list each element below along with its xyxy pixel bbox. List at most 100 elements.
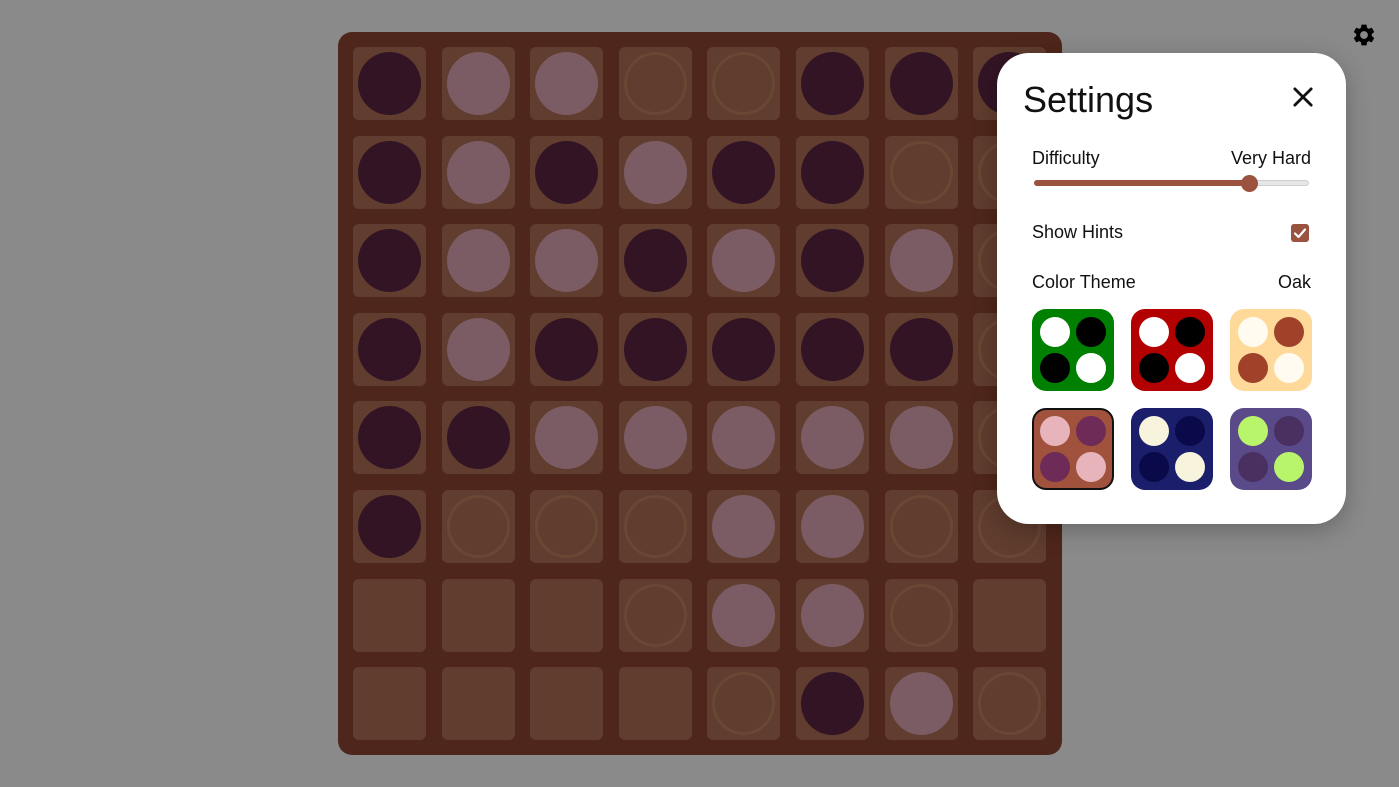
board-cell[interactable] [884, 224, 958, 298]
theme-dot [1040, 452, 1070, 482]
difficulty-value: Very Hard [1230, 148, 1311, 168]
board-cell[interactable] [618, 401, 692, 475]
board-cell[interactable] [796, 312, 869, 386]
hint-marker [446, 495, 510, 558]
gear-icon[interactable] [1351, 22, 1377, 48]
board-cell[interactable] [884, 47, 958, 120]
board-cell[interactable] [707, 401, 781, 475]
board-cell[interactable] [618, 578, 692, 652]
board-cell[interactable] [530, 490, 604, 563]
board-cell[interactable] [796, 47, 869, 120]
show-hints-checkbox[interactable] [1291, 224, 1309, 242]
board-cell[interactable] [796, 224, 869, 298]
light-disc [446, 229, 510, 293]
light-disc [712, 583, 776, 647]
board-cell[interactable] [353, 224, 426, 298]
board-cell[interactable] [441, 667, 515, 741]
board-cell[interactable] [796, 578, 869, 652]
board-cell[interactable] [353, 401, 426, 475]
board-cell[interactable] [707, 490, 781, 563]
board-cell[interactable] [441, 47, 515, 120]
board-cell[interactable] [353, 312, 426, 386]
light-disc [535, 52, 599, 115]
board-cell[interactable] [353, 667, 426, 741]
board-cell[interactable] [530, 224, 604, 298]
difficulty-slider[interactable] [1034, 175, 1309, 192]
board-cell[interactable] [973, 667, 1047, 741]
board-cell[interactable] [618, 135, 692, 209]
theme-dot [1040, 353, 1070, 383]
theme-dot [1274, 452, 1304, 482]
board-cell[interactable] [884, 490, 958, 563]
board-cell[interactable] [530, 401, 604, 475]
theme-dot [1175, 353, 1205, 383]
theme-swatch-cream[interactable] [1230, 309, 1312, 391]
theme-dot [1274, 353, 1304, 383]
theme-dot [1238, 353, 1268, 383]
theme-dot [1175, 452, 1205, 482]
color-theme-label: Color Theme [1032, 272, 1136, 292]
color-theme-value: Oak [1277, 272, 1311, 292]
dark-disc [623, 317, 687, 381]
theme-dot [1139, 452, 1169, 482]
slider-thumb[interactable] [1240, 175, 1258, 192]
hint-marker [978, 672, 1042, 736]
board-cell[interactable] [530, 578, 604, 652]
theme-swatch-red[interactable] [1131, 309, 1213, 391]
dark-disc [358, 406, 421, 470]
board-cell[interactable] [884, 135, 958, 209]
theme-swatch-purple[interactable] [1230, 408, 1312, 490]
board-cell[interactable] [796, 490, 869, 563]
board-cell[interactable] [353, 490, 426, 563]
board-cell[interactable] [530, 312, 604, 386]
theme-dot [1274, 416, 1304, 446]
board-cell[interactable] [353, 578, 426, 652]
board-cell[interactable] [707, 667, 781, 741]
theme-dot [1238, 416, 1268, 446]
light-disc [446, 140, 510, 204]
board-cell[interactable] [796, 401, 869, 475]
hint-marker [889, 583, 953, 647]
checkmark-icon [1293, 228, 1307, 239]
board-cell[interactable] [707, 224, 781, 298]
dark-disc [358, 52, 421, 115]
board-cell[interactable] [707, 47, 781, 120]
board-cell[interactable] [973, 578, 1047, 652]
board-cell[interactable] [707, 135, 781, 209]
board-cell[interactable] [353, 47, 426, 120]
hint-marker [712, 672, 776, 736]
board-cell[interactable] [353, 135, 426, 209]
board-cell[interactable] [530, 47, 604, 120]
board-cell[interactable] [618, 312, 692, 386]
light-disc [889, 229, 953, 293]
dark-disc [801, 672, 864, 736]
board-cell[interactable] [441, 401, 515, 475]
board-cell[interactable] [441, 490, 515, 563]
theme-swatch-classic-green[interactable] [1032, 309, 1114, 391]
board-cell[interactable] [707, 578, 781, 652]
board-cell[interactable] [618, 224, 692, 298]
board-cell[interactable] [530, 135, 604, 209]
board-cell[interactable] [796, 135, 869, 209]
board-cell[interactable] [441, 578, 515, 652]
board-cell[interactable] [796, 667, 869, 741]
board-cell[interactable] [441, 312, 515, 386]
board-cell[interactable] [707, 312, 781, 386]
board-cell[interactable] [884, 401, 958, 475]
close-icon[interactable] [1289, 83, 1317, 111]
dark-disc [535, 140, 599, 204]
board-cell[interactable] [530, 667, 604, 741]
theme-swatch-navy[interactable] [1131, 408, 1213, 490]
board-cell[interactable] [618, 490, 692, 563]
board-cell[interactable] [884, 312, 958, 386]
hint-marker [623, 495, 687, 558]
board-cell[interactable] [884, 667, 958, 741]
board-cell[interactable] [441, 135, 515, 209]
board-cell[interactable] [441, 224, 515, 298]
theme-swatch-oak[interactable] [1032, 408, 1114, 490]
board-cell[interactable] [618, 47, 692, 120]
theme-dot [1040, 317, 1070, 347]
board-cell[interactable] [618, 667, 692, 741]
light-disc [712, 229, 776, 293]
board-cell[interactable] [884, 578, 958, 652]
